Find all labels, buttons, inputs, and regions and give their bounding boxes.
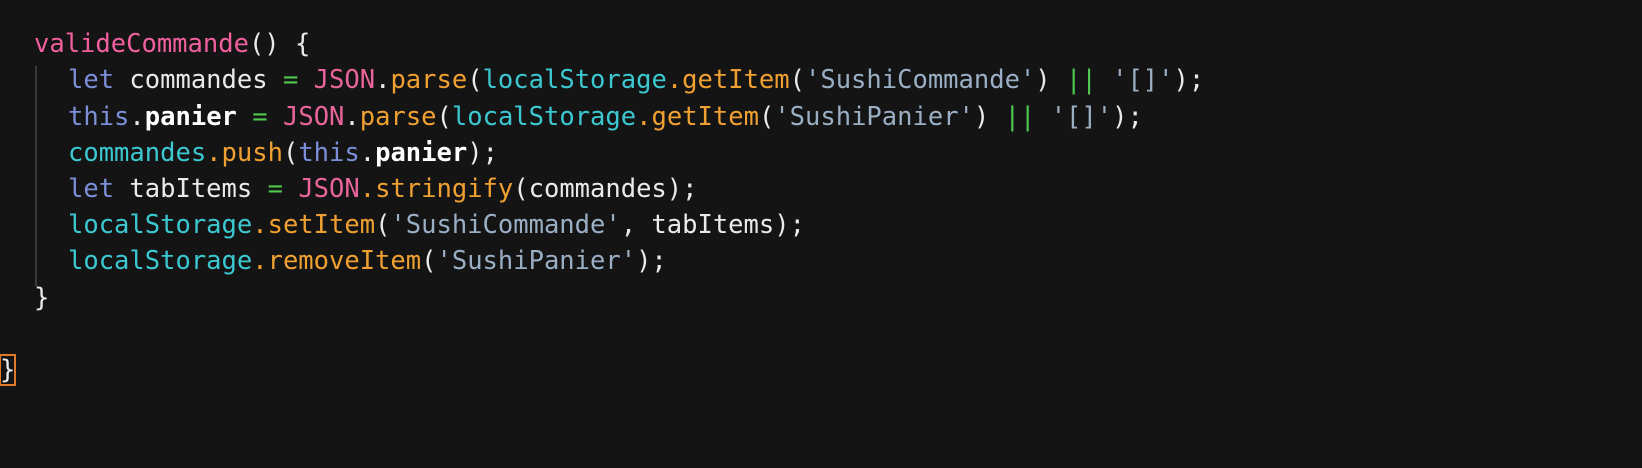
- code-token: localStorage: [451, 102, 637, 132]
- code-token: .: [252, 246, 268, 276]
- code-token: this: [68, 102, 130, 132]
- code-token: panier: [144, 102, 237, 132]
- code-line-4[interactable]: commandes.push(this.panier);: [68, 134, 498, 172]
- code-token: (commandes);: [513, 174, 698, 204]
- code-token: '[]': [1112, 65, 1174, 95]
- code-token: .: [636, 102, 652, 132]
- code-token: commandes: [68, 138, 207, 168]
- code-token: parse: [359, 102, 437, 132]
- code-token: .: [206, 138, 222, 168]
- code-line-5[interactable]: let tabItems = JSON.stringify(commandes)…: [68, 170, 698, 208]
- code-token: localStorage: [482, 65, 667, 95]
- code-token: panier: [375, 138, 468, 168]
- code-line-7[interactable]: localStorage.removeItem('SushiPanier');: [68, 242, 667, 280]
- code-token: push: [221, 138, 283, 168]
- code-token: valideCommande: [34, 29, 249, 59]
- code-token: let: [68, 65, 115, 95]
- code-token: .: [359, 174, 376, 204]
- code-token: 'SushiPanier': [436, 246, 637, 276]
- code-token: commandes: [114, 65, 283, 95]
- code-line-2[interactable]: let commandes = JSON.parse(localStorage.…: [68, 61, 1204, 99]
- code-line-10[interactable]: }: [0, 351, 17, 389]
- code-token: (: [436, 102, 452, 132]
- code-token: }: [34, 283, 50, 313]
- code-token: setItem: [267, 210, 376, 240]
- code-line-1[interactable]: valideCommande() {: [34, 25, 310, 63]
- code-token: =: [252, 102, 268, 132]
- code-token: (: [758, 102, 775, 132]
- code-token: let: [68, 174, 115, 204]
- code-token: stringify: [375, 174, 514, 204]
- code-token: 'SushiPanier': [774, 102, 974, 132]
- code-token: .: [252, 210, 268, 240]
- code-token: );: [467, 138, 498, 168]
- matched-bracket: }: [0, 354, 17, 386]
- code-token: );: [636, 246, 667, 276]
- code-token: tabItems: [114, 174, 268, 204]
- code-token: ): [1035, 65, 1067, 95]
- code-token: JSON: [313, 65, 376, 95]
- code-token: ||: [1004, 102, 1036, 132]
- code-token: (: [467, 65, 483, 95]
- code-token: (: [789, 65, 805, 95]
- code-line-6[interactable]: localStorage.setItem('SushiCommande', ta…: [68, 206, 805, 244]
- code-token: JSON: [298, 174, 360, 204]
- code-token: 'SushiCommande': [390, 210, 621, 240]
- code-token: (: [421, 246, 437, 276]
- code-token: ): [973, 102, 1005, 132]
- code-token: localStorage: [68, 246, 253, 276]
- code-token: ||: [1066, 65, 1097, 95]
- code-token: .: [344, 102, 360, 132]
- code-token: getItem: [682, 65, 790, 95]
- code-editor[interactable]: valideCommande() { let commandes = JSON.…: [0, 0, 1642, 468]
- code-token: );: [1112, 102, 1143, 132]
- code-token: =: [267, 174, 283, 204]
- code-token: .: [129, 102, 145, 132]
- code-token: .: [666, 65, 683, 95]
- code-token: =: [282, 65, 299, 95]
- code-token: (: [375, 210, 391, 240]
- code-token: .: [375, 65, 391, 95]
- code-token: getItem: [651, 102, 759, 132]
- code-line-3[interactable]: this.panier = JSON.parse(localStorage.ge…: [68, 98, 1143, 136]
- code-token: 'SushiCommande': [805, 65, 1036, 95]
- code-token: JSON: [282, 102, 345, 132]
- code-token: .: [359, 138, 376, 168]
- code-line-8[interactable]: }: [34, 279, 49, 317]
- code-token: );: [1173, 65, 1205, 95]
- code-token: localStorage: [68, 210, 253, 240]
- code-token: () {: [248, 29, 311, 59]
- code-token: removeItem: [267, 246, 422, 276]
- code-token: this: [298, 138, 360, 168]
- code-token: parse: [390, 65, 468, 95]
- code-token: , tabItems);: [620, 210, 805, 240]
- indent-guide: [35, 66, 37, 286]
- code-token: (: [282, 138, 299, 168]
- code-token: '[]': [1050, 102, 1113, 132]
